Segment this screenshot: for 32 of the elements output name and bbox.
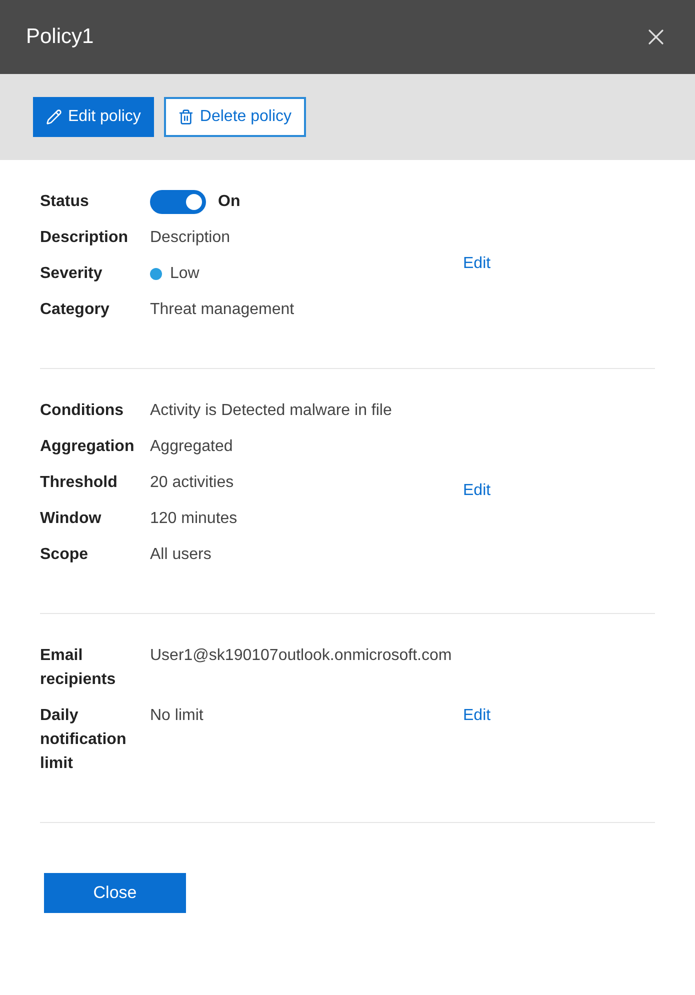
field-label: Scope — [40, 545, 90, 565]
status-toggle[interactable] — [150, 190, 206, 214]
field-value: Description — [150, 229, 230, 246]
field-value: Activity is Detected malware in file — [150, 402, 392, 419]
field-value: No limit — [150, 707, 204, 724]
field-value: User1@sk190107outlook.onmicrosoft.com — [150, 647, 452, 664]
field-value: 120 minutes — [150, 510, 238, 527]
trash-icon — [178, 109, 194, 125]
edit-policy-button[interactable]: Edit policy — [33, 97, 154, 137]
field-value: Low — [170, 264, 200, 284]
field-label: Severity — [40, 264, 104, 284]
edit-link[interactable]: Edit — [463, 704, 491, 728]
toggle-label: On — [218, 192, 240, 212]
close-button[interactable]: Close — [44, 873, 186, 913]
field-value: 20 activities — [150, 474, 234, 491]
field-label: Aggregation — [40, 437, 136, 457]
field-value: All users — [150, 546, 212, 563]
window-title: Policy1 — [26, 24, 94, 50]
field-label: Window — [40, 509, 102, 529]
edit-link[interactable]: Edit — [463, 252, 491, 276]
field-value: Aggregated — [150, 438, 233, 455]
field-label: Status — [40, 192, 90, 212]
delete-policy-button[interactable]: Delete policy — [164, 97, 306, 137]
field-label: Conditions — [40, 401, 125, 421]
field-label: Email recipients — [40, 646, 117, 690]
field-label: Daily notification limit — [40, 706, 128, 774]
field-label: Description — [40, 228, 130, 248]
field-value: Threat management — [150, 301, 294, 318]
field-label: Category — [40, 300, 110, 320]
edit-link[interactable]: Edit — [463, 479, 491, 503]
pencil-icon — [46, 109, 62, 125]
field-label: Threshold — [40, 473, 118, 493]
